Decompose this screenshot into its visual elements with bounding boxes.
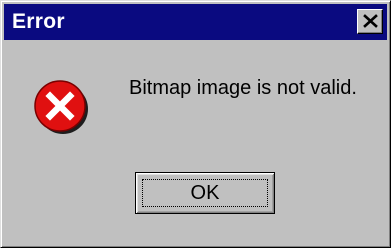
error-dialog: Error Bitmap image is not valid. OK	[0, 0, 391, 248]
ok-button[interactable]: OK	[135, 172, 275, 214]
close-icon	[363, 14, 378, 28]
close-button[interactable]	[357, 9, 383, 34]
error-message: Bitmap image is not valid.	[129, 77, 357, 99]
title-bar[interactable]: Error	[4, 4, 387, 40]
error-icon	[34, 80, 88, 134]
window-title: Error	[12, 10, 65, 33]
ok-button-label: OK	[190, 182, 220, 204]
